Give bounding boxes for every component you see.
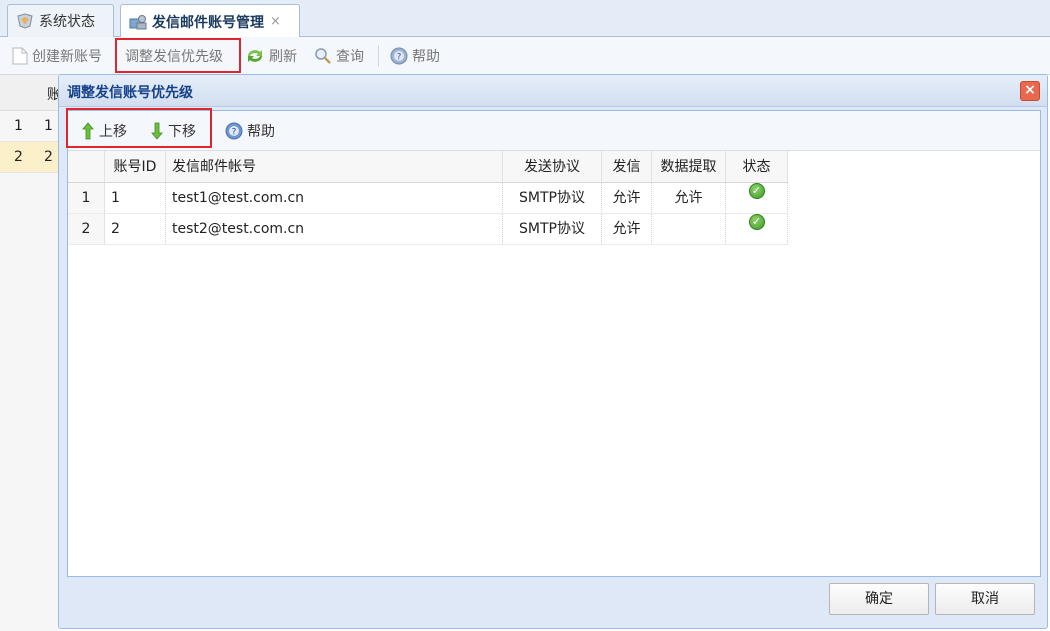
tab-bar: 系统状态 发信邮件账号管理 × [0, 0, 1050, 38]
cell-account: test1@test.com.cn [166, 183, 503, 214]
priority-dialog: 调整发信账号优先级 × 上移 下移 ? 帮助 账号ID 发信邮件帐号 发送协议 … [58, 74, 1048, 629]
tab-mail-account-manage[interactable]: 发信邮件账号管理 × [120, 4, 300, 38]
dialog-body: 上移 下移 ? 帮助 账号ID 发信邮件帐号 发送协议 发信 数据提取 状态 1… [67, 110, 1041, 577]
column-header-protocol[interactable]: 发送协议 [503, 151, 602, 183]
svg-text:?: ? [232, 128, 237, 138]
tab-close-icon[interactable]: × [270, 14, 281, 29]
column-header-status[interactable]: 状态 [726, 151, 788, 183]
new-document-icon [12, 47, 28, 65]
dialog-header: 调整发信账号优先级 × [59, 75, 1047, 107]
cancel-button[interactable]: 取消 [935, 583, 1035, 615]
row-number: 1 [68, 183, 105, 214]
svg-text:?: ? [397, 53, 402, 63]
refresh-button[interactable]: 刷新 [245, 44, 297, 68]
system-status-icon [17, 13, 33, 29]
tab-system-status[interactable]: 系统状态 [7, 4, 114, 37]
cell-status: ✓ [726, 183, 788, 214]
tab-label: 发信邮件账号管理 [152, 14, 264, 31]
help-label: 帮助 [412, 49, 440, 65]
refresh-icon [248, 50, 262, 62]
dialog-close-icon[interactable]: × [1020, 81, 1040, 101]
cell-extract [652, 214, 726, 245]
help-icon: ? [225, 122, 243, 140]
cell-account: test2@test.com.cn [166, 214, 503, 245]
cell-id: 1 [105, 183, 166, 214]
row-number: 2 [68, 214, 105, 245]
cell-id: 2 [105, 214, 166, 245]
cell-protocol: SMTP协议 [503, 214, 602, 245]
column-header-account[interactable]: 发信邮件帐号 [166, 151, 503, 183]
dialog-help-label: 帮助 [247, 124, 275, 140]
create-account-label: 创建新账号 [32, 49, 102, 65]
cell-status: ✓ [726, 214, 788, 245]
cell-send: 允许 [602, 214, 652, 245]
search-button[interactable]: 查询 [314, 44, 364, 68]
help-button[interactable]: ? 帮助 [390, 44, 440, 68]
cell-send: 允许 [602, 183, 652, 214]
column-header-id[interactable]: 账号ID [105, 151, 166, 183]
cell-protocol: SMTP协议 [503, 183, 602, 214]
table-row[interactable]: 1 1 [0, 111, 60, 142]
cell-extract: 允许 [652, 183, 726, 214]
row-id: 1 [44, 118, 53, 134]
column-header-extract[interactable]: 数据提取 [652, 151, 726, 183]
dialog-help-button[interactable]: ? 帮助 [225, 120, 275, 142]
column-header-send[interactable]: 发信 [602, 151, 652, 183]
tab-label: 系统状态 [39, 14, 95, 30]
highlight-box-priority [115, 38, 241, 73]
column-header-rownum [68, 151, 105, 183]
dialog-title: 调整发信账号优先级 [67, 85, 193, 101]
background-grid-header: 账 [0, 75, 61, 111]
mail-account-icon [129, 14, 147, 29]
dialog-toolbar: 上移 下移 ? 帮助 [68, 111, 1040, 151]
toolbar-separator [378, 45, 379, 67]
refresh-label: 刷新 [269, 49, 297, 65]
row-number: 1 [14, 118, 23, 134]
confirm-button[interactable]: 确定 [829, 583, 929, 615]
highlight-box-move-buttons [66, 108, 212, 148]
search-label: 查询 [336, 49, 364, 65]
row-id: 2 [44, 149, 53, 165]
search-icon [315, 48, 331, 64]
status-ok-icon: ✓ [748, 183, 765, 199]
row-number: 2 [14, 149, 23, 165]
table-row-selected[interactable]: 2 2 [0, 142, 60, 173]
status-ok-icon: ✓ [748, 214, 765, 230]
background-grid: 账 1 1 2 2 [0, 75, 61, 631]
create-account-button[interactable]: 创建新账号 [12, 44, 102, 68]
help-icon: ? [390, 47, 408, 65]
